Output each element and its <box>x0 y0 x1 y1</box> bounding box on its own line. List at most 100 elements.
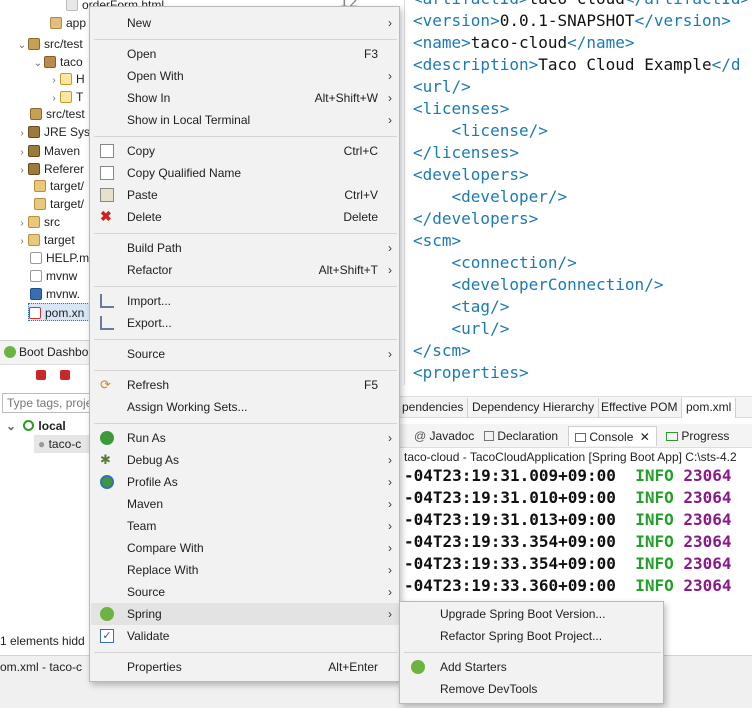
menu-item-team[interactable]: Team › <box>91 515 400 537</box>
tree-item[interactable]: HELP.m <box>30 249 89 267</box>
xml-text: Taco Cloud Example <box>538 55 712 74</box>
tree-item[interactable]: › Referer <box>16 160 84 178</box>
app-item[interactable]: ● taco-c <box>34 435 94 453</box>
code-line[interactable]: <license/> <box>413 120 548 142</box>
menu-item-profile-as[interactable]: Profile As › <box>91 471 400 493</box>
tab-progress[interactable]: Progress <box>666 426 729 446</box>
menu-item-spring[interactable]: Spring › <box>91 603 400 625</box>
menu-item-show-in-local-terminal[interactable]: Show in Local Terminal › <box>91 109 400 131</box>
menu-item-copy-qualified-name[interactable]: Copy Qualified Name <box>91 162 400 184</box>
menu-item-add-starters[interactable]: Add Starters <box>401 656 664 678</box>
menu-item-refresh[interactable]: ⟳ Refresh F5 <box>91 374 400 396</box>
console-view: @ Javadoc Declaration Console ✕ Progress… <box>398 424 752 624</box>
code-line[interactable]: <name>taco-cloud</name> <box>413 32 635 54</box>
tab-javadoc[interactable]: @ Javadoc <box>414 426 474 446</box>
code-line[interactable]: </developers> <box>413 208 538 230</box>
menu-item-source[interactable]: Source › <box>91 343 400 365</box>
tree-item[interactable]: target/ <box>34 195 84 213</box>
log-level: INFO <box>635 510 674 529</box>
chevron-down-icon[interactable]: ⌄ <box>6 419 16 433</box>
menu-item-remove-devtools[interactable]: Remove DevTools <box>401 678 664 700</box>
tree-item[interactable]: app <box>50 14 86 32</box>
tab-declaration[interactable]: Declaration <box>484 426 558 446</box>
chevron-right-icon[interactable]: › <box>16 162 28 180</box>
tree-item[interactable]: › target <box>16 231 74 251</box>
chevron-down-icon[interactable]: ⌄ <box>32 55 44 73</box>
menu-item-copy[interactable]: Copy Ctrl+C <box>91 140 400 162</box>
tree-item[interactable]: › src <box>16 213 60 231</box>
xml-close-tag: </name> <box>567 33 635 52</box>
xml-open-tag: <license/> <box>413 121 548 140</box>
menu-item-show-in[interactable]: Show In Alt+Shift+W › <box>91 87 400 109</box>
code-line[interactable]: <url/> <box>413 318 510 340</box>
code-line[interactable]: </scm> <box>413 340 471 362</box>
menu-item-delete[interactable]: ✖ Delete Delete <box>91 206 400 228</box>
code-line[interactable]: <version>0.0.1-SNAPSHOT</version> <box>413 10 731 32</box>
tree-item[interactable]: › JRE Sys <box>16 123 90 141</box>
tree-item[interactable]: ⌄ taco <box>32 53 83 71</box>
menu-item-import[interactable]: Import... <box>91 290 400 312</box>
menu-item-open-with[interactable]: Open With › <box>91 65 400 87</box>
menu-item-properties[interactable]: Properties Alt+Enter <box>91 656 400 678</box>
xml-open-tag: <version> <box>413 11 500 30</box>
library-icon <box>28 145 40 157</box>
code-line[interactable]: <description>Taco Cloud Example</d <box>413 54 741 76</box>
menu-item-validate[interactable]: ✓ Validate <box>91 625 400 647</box>
menu-item-build-path[interactable]: Build Path › <box>91 237 400 259</box>
chevron-down-icon[interactable]: ⌄ <box>16 37 28 55</box>
menu-item-export[interactable]: Export... <box>91 312 400 334</box>
menu-item-new[interactable]: New › <box>91 12 400 34</box>
menu-item-run-as[interactable]: Run As › <box>91 427 400 449</box>
chevron-right-icon: › <box>388 497 392 511</box>
tree-item[interactable]: › H <box>48 70 84 88</box>
tree-item[interactable]: › T <box>48 88 83 106</box>
code-line[interactable]: <properties> <box>413 362 529 384</box>
menu-item-open[interactable]: Open F3 <box>91 43 400 65</box>
local-target[interactable]: ⌄ local <box>6 419 66 433</box>
code-line[interactable]: <scm> <box>413 230 461 252</box>
close-icon[interactable]: ✕ <box>640 430 650 444</box>
source-folder-icon <box>30 108 42 120</box>
menu-item-source-2[interactable]: Source › <box>91 581 400 603</box>
code-line[interactable]: <url/> <box>413 76 471 98</box>
tab-effective-pom[interactable]: Effective POM <box>597 398 683 418</box>
menu-item-assign-working-sets[interactable]: Assign Working Sets... <box>91 396 400 418</box>
menu-item-paste[interactable]: Paste Ctrl+V <box>91 184 400 206</box>
menu-item-upgrade-spring-boot[interactable]: Upgrade Spring Boot Version... <box>401 603 664 625</box>
code-line[interactable]: <developerConnection/> <box>413 274 664 296</box>
boot-dashboard-title[interactable]: Boot Dashbo <box>19 345 88 359</box>
menu-item-debug-as[interactable]: ✱ Debug As › <box>91 449 400 471</box>
tree-item[interactable]: src/test <box>30 105 85 123</box>
chevron-right-icon[interactable]: › <box>16 233 28 251</box>
chevron-right-icon: › <box>388 431 392 445</box>
code-line[interactable]: <licenses> <box>413 98 509 120</box>
tab-dependency-hierarchy[interactable]: Dependency Hierarchy <box>468 398 600 418</box>
tab-console[interactable]: Console ✕ <box>568 426 657 446</box>
tree-item[interactable]: ⌄ src/test <box>16 35 83 53</box>
folder-icon <box>28 234 40 246</box>
chevron-right-icon[interactable]: › <box>16 125 28 143</box>
code-line[interactable]: <tag/> <box>413 296 510 318</box>
menu-item-refactor[interactable]: Refactor Alt+Shift+T › <box>91 259 400 281</box>
menu-item-refactor-spring-boot[interactable]: Refactor Spring Boot Project... <box>401 625 664 647</box>
start-icon[interactable] <box>36 370 46 380</box>
tree-item[interactable]: › Maven <box>16 142 80 160</box>
tree-item[interactable]: target/ <box>34 177 84 195</box>
code-line[interactable]: <developer/> <box>413 186 568 208</box>
menu-item-compare-with[interactable]: Compare With › <box>91 537 400 559</box>
code-line[interactable]: </licenses> <box>413 142 519 164</box>
xml-open-tag: </scm> <box>413 341 471 360</box>
menu-separator <box>94 286 397 287</box>
code-line[interactable]: <artifactId>taco-cloud</artifactId> <box>413 0 750 10</box>
tree-item-selected[interactable]: pom.xn <box>28 303 90 321</box>
tab-dependencies[interactable]: pendencies <box>398 398 469 418</box>
menu-item-maven[interactable]: Maven › <box>91 493 400 515</box>
restart-icon[interactable] <box>60 370 70 380</box>
menu-item-replace-with[interactable]: Replace With › <box>91 559 400 581</box>
tree-item[interactable]: mvnw. <box>30 285 80 303</box>
xml-editor[interactable]: 12 <artifactId>taco-cloud</artifactId><v… <box>339 0 752 385</box>
tree-item[interactable]: mvnw <box>30 267 77 285</box>
tab-pom-xml[interactable]: pom.xml <box>682 398 737 418</box>
code-line[interactable]: <connection/> <box>413 252 577 274</box>
code-line[interactable]: <developers> <box>413 164 529 186</box>
